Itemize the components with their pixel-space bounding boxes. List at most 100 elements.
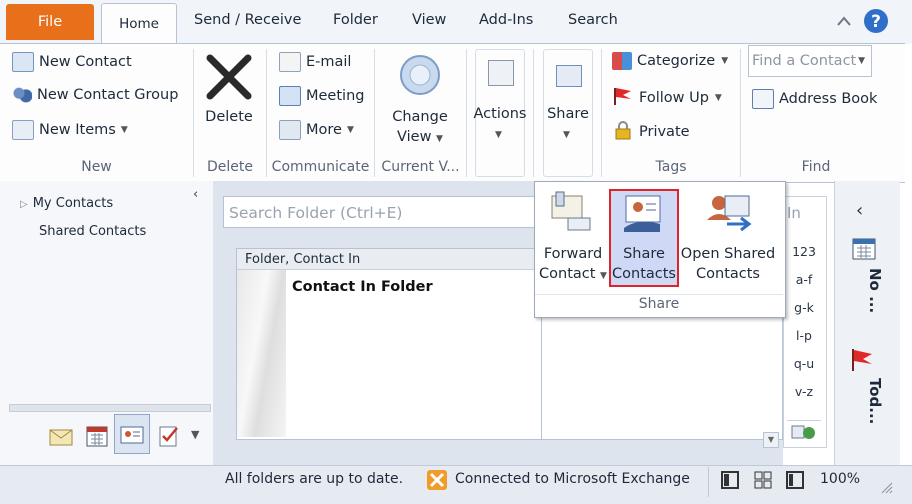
email-button[interactable]: E-mail <box>279 52 351 72</box>
dropdown-arrow-icon: ▼ <box>495 130 502 140</box>
group-divider <box>601 49 602 177</box>
share-contacts-label: Share Contacts <box>612 246 676 282</box>
expand-todo-icon[interactable]: ‹ <box>856 200 863 221</box>
card-view-icon[interactable] <box>754 471 772 489</box>
nav-item-shared-contacts[interactable]: Shared Contacts <box>39 224 146 239</box>
envelope-icon <box>279 52 301 72</box>
contact-row-label[interactable]: Contact In Folder <box>292 279 433 295</box>
meeting-calendar-icon <box>279 86 301 106</box>
new-contact-button[interactable]: New Contact <box>12 52 132 72</box>
group-divider <box>374 49 375 177</box>
nav-splitter[interactable] <box>9 404 211 412</box>
scroll-down-button[interactable]: ▼ <box>763 432 779 448</box>
contact-card-icon <box>12 52 34 72</box>
more-icon <box>279 120 301 140</box>
share-icon <box>556 65 582 87</box>
group-label-delete: Delete <box>207 159 253 175</box>
find-contact-input[interactable]: Find a Contact ▼ <box>748 45 872 77</box>
private-button[interactable]: Private <box>612 120 690 144</box>
group-divider <box>740 49 741 177</box>
alpha-item-a-f[interactable]: a-f <box>783 272 825 287</box>
collapse-nav-icon[interactable]: ‹ <box>193 187 198 202</box>
categorize-button[interactable]: Categorize ▼ <box>612 52 728 70</box>
tab-search[interactable]: Search <box>568 12 618 28</box>
tab-view[interactable]: View <box>412 12 446 28</box>
change-view-icon[interactable] <box>397 52 443 98</box>
actions-icon <box>488 60 514 86</box>
delete-button[interactable]: Delete <box>199 107 259 127</box>
tab-file[interactable]: File <box>6 4 94 40</box>
dropdown-arrow-icon: ▼ <box>600 271 607 281</box>
new-contact-group-button[interactable]: New Contact Group <box>12 86 178 104</box>
group-divider <box>533 49 534 177</box>
todo-flag-icon[interactable] <box>849 347 875 373</box>
configure-buttons-icon[interactable]: ▼ <box>191 428 199 441</box>
todo-tasks-label: Tod... <box>866 378 884 425</box>
more-button[interactable]: More ▼ <box>279 120 354 140</box>
sync-status-text: All folders are up to date. <box>225 471 404 487</box>
open-shared-contacts-button[interactable]: Open Shared Contacts <box>678 244 778 284</box>
categorize-icon <box>612 52 632 70</box>
minimize-ribbon-icon[interactable] <box>835 12 853 30</box>
contact-photo-placeholder <box>237 270 286 437</box>
dropdown-arrow-icon: ▼ <box>436 134 443 144</box>
address-book-icon <box>752 89 774 109</box>
forward-contact-icon <box>546 190 596 232</box>
group-label-find: Find <box>801 159 831 175</box>
todo-calendar-icon[interactable] <box>851 237 877 261</box>
resize-grip-icon[interactable] <box>879 480 893 494</box>
tab-home[interactable]: Home <box>101 3 177 44</box>
meeting-button[interactable]: Meeting <box>279 86 364 106</box>
dropdown-arrow-icon: ▼ <box>563 130 570 140</box>
dropdown-arrow-icon: ▼ <box>721 56 729 66</box>
alpha-item-l-p[interactable]: l-p <box>783 328 825 343</box>
todo-calendar-label: No ... <box>866 268 884 314</box>
lock-icon <box>612 120 634 144</box>
share-contacts-icon <box>620 194 668 236</box>
search-folder-input[interactable]: Search Folder (Ctrl+E) <box>223 196 541 228</box>
global-contacts-icon[interactable] <box>787 420 821 445</box>
popup-divider <box>535 294 783 295</box>
reading-view-icon[interactable] <box>786 471 804 489</box>
alpha-item-q-u[interactable]: q-u <box>783 356 825 371</box>
tasks-icon[interactable] <box>157 424 181 448</box>
forward-contact-button[interactable]: Forward Contact ▼ <box>536 244 610 286</box>
dropdown-arrow-icon: ▼ <box>346 125 354 135</box>
expand-arrow-icon: ▷ <box>20 199 28 210</box>
follow-up-button[interactable]: Follow Up ▼ <box>612 86 722 110</box>
delete-icon[interactable] <box>204 52 254 102</box>
tab-add-ins[interactable]: Add-Ins <box>479 12 533 28</box>
alpha-item-g-k[interactable]: g-k <box>783 300 825 315</box>
share-label: Share <box>547 106 589 122</box>
new-items-icon <box>12 120 34 140</box>
actions-label: Actions <box>473 106 527 122</box>
list-column-header[interactable]: Folder, Contact In <box>237 249 540 270</box>
svg-text:?: ? <box>871 12 881 32</box>
address-book-button[interactable]: Address Book <box>752 89 877 109</box>
normal-view-icon[interactable] <box>721 471 739 489</box>
group-label-new: New <box>81 159 112 175</box>
nav-item-my-contacts[interactable]: ▷ My Contacts <box>20 196 113 211</box>
open-shared-contacts-icon <box>703 190 755 232</box>
help-icon[interactable]: ? <box>863 8 889 34</box>
dropdown-arrow-icon: ▼ <box>858 56 865 66</box>
new-items-button[interactable]: New Items ▼ <box>12 120 128 140</box>
contact-group-icon <box>12 86 32 104</box>
mail-icon[interactable] <box>48 424 74 448</box>
tab-send-receive[interactable]: Send / Receive <box>194 12 301 28</box>
status-divider <box>708 467 709 497</box>
tab-folder[interactable]: Folder <box>333 12 378 28</box>
calendar-icon[interactable] <box>84 424 110 448</box>
red-flag-icon <box>612 86 634 110</box>
group-divider <box>193 49 194 177</box>
contacts-icon <box>120 425 144 445</box>
change-view-button[interactable]: Change View ▼ <box>381 107 459 149</box>
group-label-current-view: Current V... <box>381 159 460 175</box>
zoom-level[interactable]: 100% <box>820 471 860 487</box>
alphabet-index <box>783 196 827 448</box>
alpha-item-v-z[interactable]: v-z <box>783 384 825 399</box>
alpha-item-123[interactable]: 123 <box>783 244 825 259</box>
group-divider <box>266 49 267 177</box>
group-label-tags: Tags <box>655 159 687 175</box>
group-label-communicate: Communicate <box>271 159 370 175</box>
